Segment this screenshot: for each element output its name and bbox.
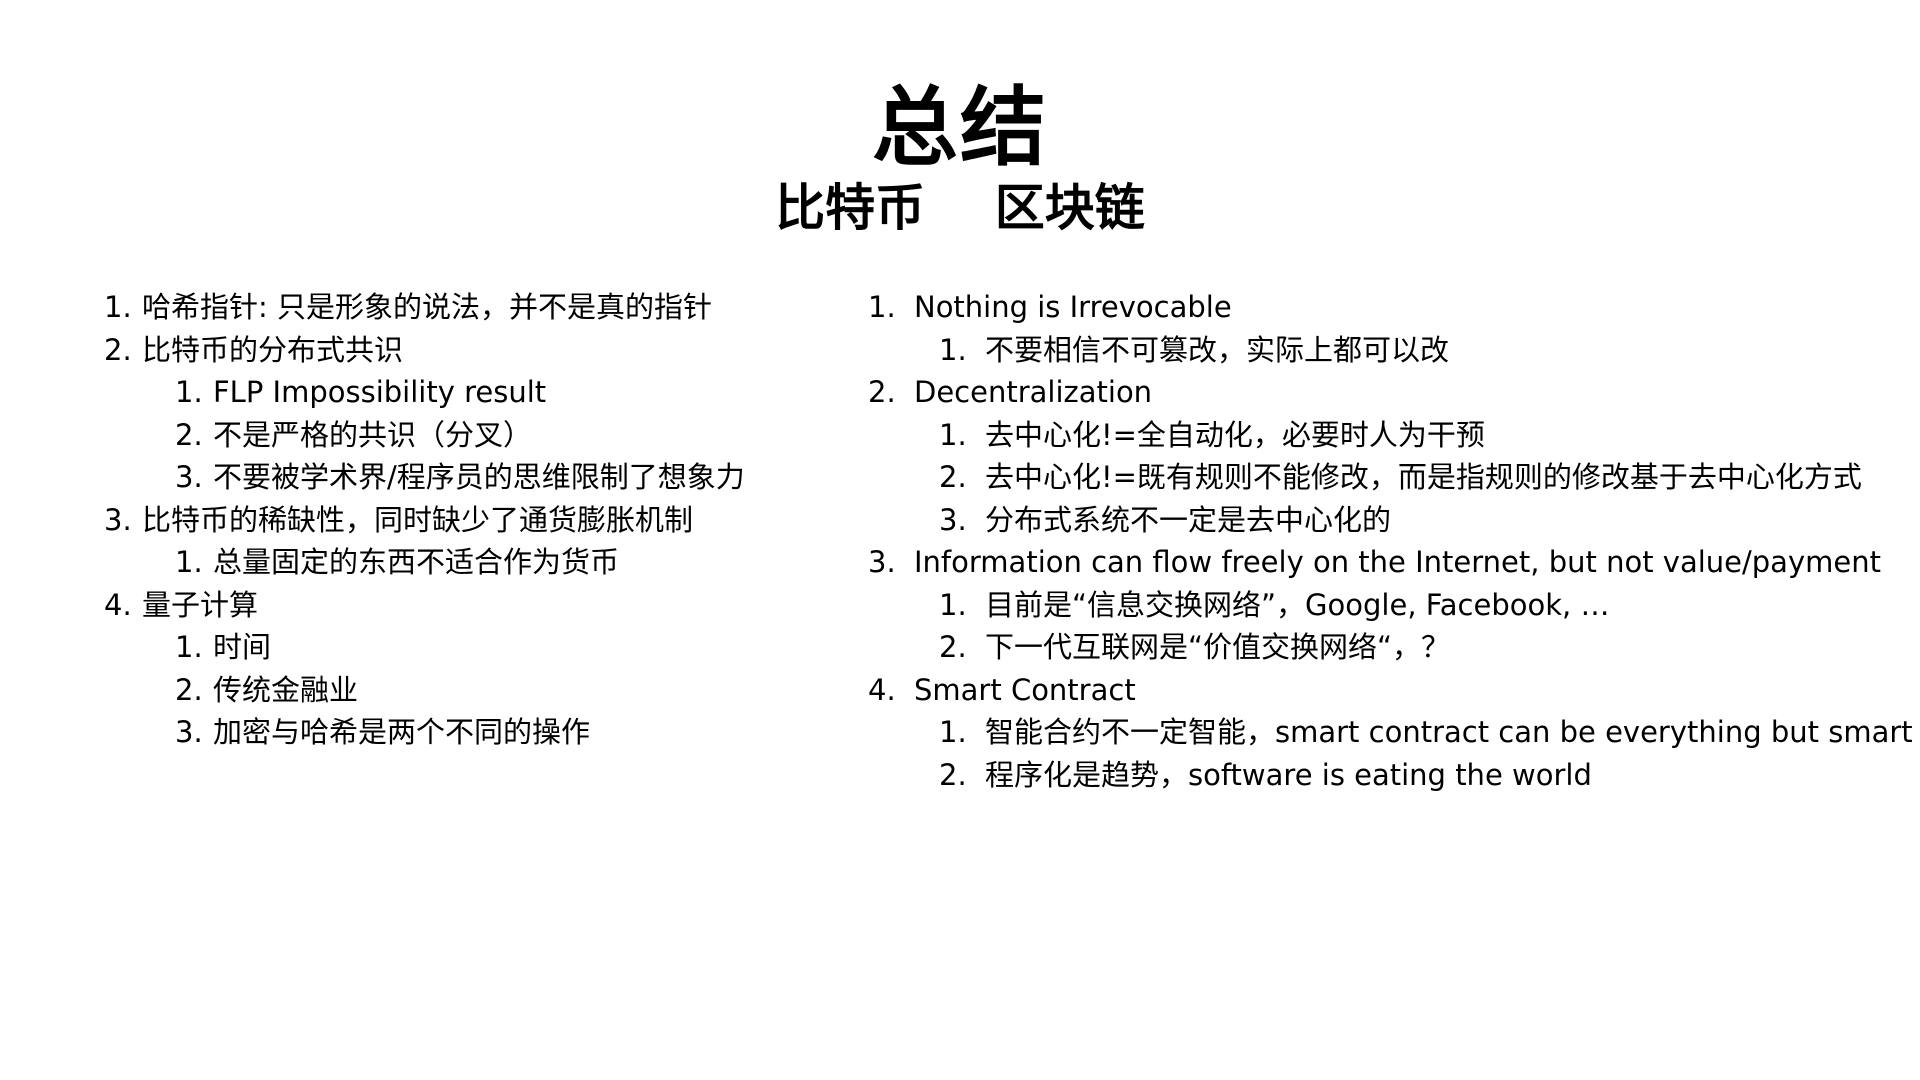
list-item: 2. Decentralization xyxy=(868,371,1918,414)
sub-list-item: 2. 传统金融业 xyxy=(104,669,864,712)
list-item: 1. 哈希指针: 只是形象的说法，并不是真的指针 xyxy=(104,286,864,329)
sub-list-item: 2. 去中心化!=既有规则不能修改，而是指规则的修改基于去中心化方式 xyxy=(868,456,1918,499)
list-number: 3. xyxy=(104,502,132,537)
list-item-text: 去中心化!=全自动化，必要时人为干预 xyxy=(985,417,1485,452)
right-outline: 1. Nothing is Irrevocable 1. 不要相信不可篡改，实际… xyxy=(868,286,1918,796)
list-item: 3. 比特币的稀缺性，同时缺少了通货膨胀机制 xyxy=(104,499,864,542)
sub-list-item: 1. 总量固定的东西不适合作为货币 xyxy=(104,541,864,584)
list-item-text: 比特币的稀缺性，同时缺少了通货膨胀机制 xyxy=(142,502,694,537)
list-number: 2. xyxy=(175,417,203,452)
list-item-text: 哈希指针: 只是形象的说法，并不是真的指针 xyxy=(142,290,712,324)
list-number: 1. xyxy=(104,290,132,324)
sub-list-item: 2. 程序化是趋势，software is eating the world xyxy=(868,754,1918,797)
list-number: 2. xyxy=(175,672,203,707)
slide-title: 总结 xyxy=(872,78,1048,178)
list-number: 1. xyxy=(939,715,967,749)
slide: 总结 比特币 区块链 1. 哈希指针: 只是形象的说法，并不是真的指针 2. 比… xyxy=(0,0,1920,1080)
list-item-text: 量子计算 xyxy=(142,587,259,622)
list-item: 2. 比特币的分布式共识 xyxy=(104,329,864,372)
list-number: 2. xyxy=(939,630,967,664)
list-item: 3. Information can flow freely on the In… xyxy=(868,541,1918,584)
list-number: 3. xyxy=(868,545,896,579)
sub-list-item: 2. 不是严格的共识（分叉） xyxy=(104,414,864,457)
sub-list-item: 3. 加密与哈希是两个不同的操作 xyxy=(104,711,864,754)
sub-list-item: 1. FLP Impossibility result xyxy=(104,371,864,414)
list-item-text: 时间 xyxy=(213,630,272,664)
list-number: 3. xyxy=(939,502,967,537)
list-number: 1. xyxy=(939,332,967,367)
list-number: 1. xyxy=(175,630,203,664)
sub-list-item: 1. 不要相信不可篡改，实际上都可以改 xyxy=(868,329,1918,372)
list-item-text: 加密与哈希是两个不同的操作 xyxy=(213,715,591,749)
list-number: 2. xyxy=(939,460,967,494)
list-item-text: 比特币的分布式共识 xyxy=(142,332,404,367)
sub-list-item: 1. 去中心化!=全自动化，必要时人为干预 xyxy=(868,414,1918,457)
list-item: 1. Nothing is Irrevocable xyxy=(868,286,1918,329)
list-item-text: Decentralization xyxy=(914,375,1153,409)
list-item-text: 不是严格的共识（分叉） xyxy=(213,417,533,452)
list-number: 1. xyxy=(868,290,896,324)
list-item-text: 不要被学术界/程序员的思维限制了想象力 xyxy=(213,460,745,494)
sub-list-item: 1. 时间 xyxy=(104,626,864,669)
sub-list-item: 3. 不要被学术界/程序员的思维限制了想象力 xyxy=(104,456,864,499)
list-number: 3. xyxy=(175,715,203,749)
slide-subtitle: 比特币 区块链 xyxy=(775,179,1145,237)
list-item-text: 分布式系统不一定是去中心化的 xyxy=(985,502,1392,537)
list-item-text: 不要相信不可篡改，实际上都可以改 xyxy=(985,332,1450,367)
list-item: 4. 量子计算 xyxy=(104,584,864,627)
list-number: 2. xyxy=(104,332,132,367)
list-item-text: 目前是“信息交换网络”，Google, Facebook, … xyxy=(985,587,1610,622)
list-number: 1. xyxy=(939,417,967,452)
list-item-text: 程序化是趋势，software is eating the world xyxy=(985,757,1592,792)
sub-list-item: 3. 分布式系统不一定是去中心化的 xyxy=(868,499,1918,542)
sub-list-item: 2. 下一代互联网是“价值交换网络“，？ xyxy=(868,626,1918,669)
list-number: 4. xyxy=(868,672,896,707)
list-item-text: FLP Impossibility result xyxy=(213,375,547,409)
left-outline: 1. 哈希指针: 只是形象的说法，并不是真的指针 2. 比特币的分布式共识 1.… xyxy=(104,286,864,754)
list-number: 4. xyxy=(104,587,132,622)
sub-list-item: 1. 智能合约不一定智能，smart contract can be every… xyxy=(868,711,1918,754)
list-number: 3. xyxy=(175,460,203,494)
sub-list-item: 1. 目前是“信息交换网络”，Google, Facebook, … xyxy=(868,584,1918,627)
list-number: 1. xyxy=(175,375,203,409)
list-number: 1. xyxy=(175,545,203,579)
list-item-text: Nothing is Irrevocable xyxy=(914,290,1232,324)
list-item-text: 智能合约不一定智能，smart contract can be everythi… xyxy=(985,715,1913,749)
list-item-text: 传统金融业 xyxy=(213,672,359,707)
list-number: 1. xyxy=(939,587,967,622)
list-item-text: Information can flow freely on the Inter… xyxy=(914,545,1881,579)
list-item-text: 下一代互联网是“价值交换网络“，？ xyxy=(985,630,1451,664)
list-item-text: Smart Contract xyxy=(914,672,1136,707)
list-item: 4. Smart Contract xyxy=(868,669,1918,712)
list-item-text: 去中心化!=既有规则不能修改，而是指规则的修改基于去中心化方式 xyxy=(985,460,1862,494)
list-item-text: 总量固定的东西不适合作为货币 xyxy=(213,545,620,579)
list-number: 2. xyxy=(868,375,896,409)
list-number: 2. xyxy=(939,757,967,792)
